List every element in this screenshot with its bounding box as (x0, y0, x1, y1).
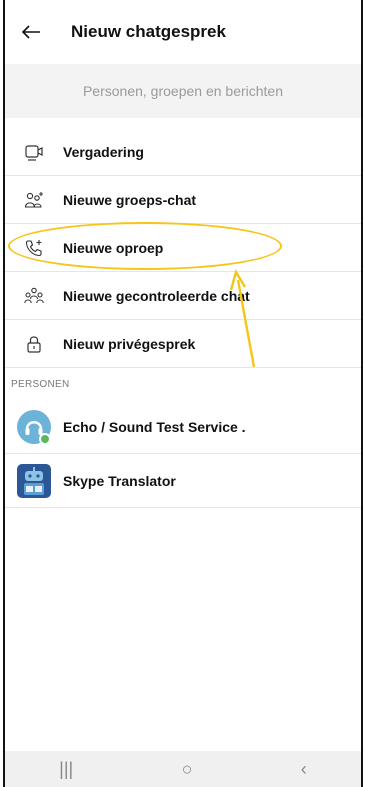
menu-item-label: Nieuwe oproep (63, 239, 164, 256)
menu-item-label: Vergadering (63, 143, 144, 160)
online-status-badge (39, 432, 51, 445)
app-header: Nieuw chatgesprek (5, 0, 361, 64)
contact-item-echo[interactable]: Echo / Sound Test Service . (5, 400, 361, 454)
video-camera-icon (25, 144, 43, 161)
menu-item-new-private-chat[interactable]: Nieuw privégesprek (5, 320, 361, 368)
group-icon (24, 287, 44, 303)
search-input[interactable] (5, 83, 361, 99)
back-nav-button[interactable]: ‹ (301, 759, 307, 780)
contact-name: Echo / Sound Test Service . (63, 418, 246, 435)
contact-name: Skype Translator (63, 472, 176, 489)
menu-item-label: Nieuwe gecontroleerde chat (63, 287, 250, 304)
avatar (17, 409, 51, 445)
menu-item-new-moderated-chat[interactable]: Nieuwe gecontroleerde chat (5, 272, 361, 320)
menu-item-label: Nieuwe groeps-chat (63, 191, 197, 208)
contact-list: Echo / Sound Test Service . Skype Transl… (5, 400, 361, 508)
back-button[interactable] (5, 0, 57, 64)
menu-item-label: Nieuw privégesprek (63, 335, 196, 352)
phone-plus-icon (25, 239, 42, 256)
menu-item-meeting[interactable]: Vergadering (5, 128, 361, 176)
arrow-left-icon (21, 25, 40, 39)
add-group-icon (24, 191, 43, 208)
menu-item-new-group-chat[interactable]: Nieuwe groeps-chat (5, 176, 361, 224)
page-title: Nieuw chatgesprek (71, 22, 226, 41)
android-nav-bar: ||| ○ ‹ (5, 751, 361, 787)
lock-icon (27, 335, 41, 353)
home-button[interactable]: ○ (182, 759, 193, 780)
recent-apps-button[interactable]: ||| (59, 759, 73, 780)
robot-avatar-icon (17, 463, 51, 498)
search-bar[interactable] (5, 64, 361, 118)
contact-item-skype-translator[interactable]: Skype Translator (5, 454, 361, 508)
phone-screen: Nieuw chatgesprek Vergadering (3, 0, 363, 787)
action-menu: Vergadering Nieuwe groeps-chat Nieuwe op… (5, 128, 361, 368)
section-header-people: PERSONEN (11, 379, 70, 390)
menu-item-new-call[interactable]: Nieuwe oproep (5, 224, 361, 272)
